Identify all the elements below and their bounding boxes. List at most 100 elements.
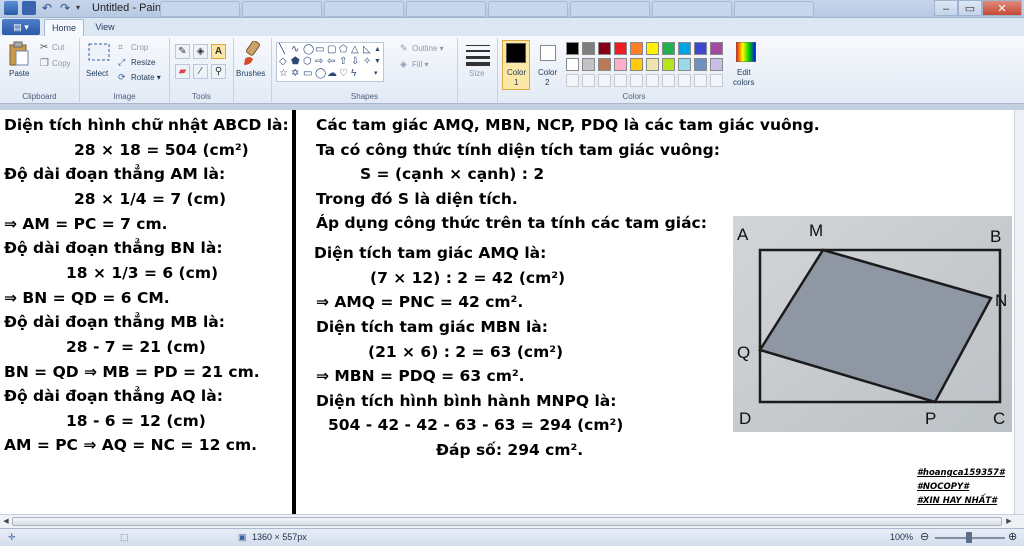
select-icon[interactable] <box>87 42 111 64</box>
arrow-down-shape-icon[interactable]: ⇩ <box>351 56 359 67</box>
palette-swatch[interactable] <box>710 42 723 55</box>
palette-swatch[interactable] <box>582 58 595 71</box>
edit-colors-icon[interactable] <box>736 42 756 62</box>
pencil-icon[interactable]: ✎ <box>175 44 190 59</box>
right-triangle-shape-icon[interactable]: ◺ <box>363 44 371 55</box>
fill-bucket-icon[interactable]: ◈ <box>193 44 208 59</box>
callout-rect-shape-icon[interactable]: ▭ <box>303 68 312 79</box>
color2-swatch[interactable] <box>540 45 556 61</box>
resize-button[interactable]: Resize <box>131 58 155 67</box>
palette-swatch[interactable] <box>614 58 627 71</box>
magnifier-icon[interactable]: ⚲ <box>211 64 226 79</box>
pentagon-shape-icon[interactable]: ⬟ <box>291 56 300 67</box>
save-icon[interactable] <box>22 1 36 15</box>
outline-button[interactable]: Outline ▾ <box>412 44 444 53</box>
edit-colors-label-2[interactable]: colors <box>733 78 754 87</box>
customize-qat-icon[interactable]: ▾ <box>76 1 84 15</box>
paint-app-icon[interactable] <box>4 1 18 15</box>
gallery-down-icon[interactable]: ▼ <box>374 56 381 67</box>
palette-swatch[interactable] <box>662 42 675 55</box>
custom-color-slot[interactable] <box>566 74 579 87</box>
arrow-up-shape-icon[interactable]: ⇧ <box>339 56 347 67</box>
paste-button[interactable]: Paste <box>9 69 29 78</box>
palette-swatch[interactable] <box>566 58 579 71</box>
star6-shape-icon[interactable]: ✡ <box>291 68 299 79</box>
star4-shape-icon[interactable]: ✧ <box>363 56 371 67</box>
polygon-shape-icon[interactable]: ⬠ <box>339 44 348 55</box>
size-icon[interactable] <box>466 42 490 66</box>
drawing-canvas[interactable]: Diện tích hình chữ nhật ABCD là: 28 × 18 … <box>0 110 1024 514</box>
palette-swatch[interactable] <box>646 58 659 71</box>
zoom-in-icon[interactable]: ⊕ <box>1008 530 1017 543</box>
select-button[interactable]: Select <box>86 69 108 78</box>
palette-swatch[interactable] <box>566 42 579 55</box>
zoom-slider-thumb[interactable] <box>966 532 972 543</box>
palette-swatch[interactable] <box>598 58 611 71</box>
line-shape-icon[interactable]: ╲ <box>279 44 285 55</box>
undo-icon[interactable]: ↶ <box>40 1 54 15</box>
custom-color-slot[interactable] <box>614 74 627 87</box>
custom-color-slot[interactable] <box>646 74 659 87</box>
palette-swatch[interactable] <box>678 42 691 55</box>
oval-shape-icon[interactable]: ◯ <box>303 44 314 55</box>
close-button[interactable]: ✕ <box>982 0 1022 16</box>
text-tool-icon[interactable]: A <box>211 44 226 59</box>
gallery-more-icon[interactable]: ▾ <box>374 68 378 79</box>
copy-button[interactable]: Copy <box>52 59 71 68</box>
palette-swatch[interactable] <box>710 58 723 71</box>
brush-icon[interactable] <box>241 41 265 67</box>
palette-swatch[interactable] <box>646 42 659 55</box>
gallery-up-icon[interactable]: ▲ <box>374 44 381 55</box>
custom-color-slot[interactable] <box>582 74 595 87</box>
curve-shape-icon[interactable]: ∿ <box>291 44 299 55</box>
minimize-button[interactable]: – <box>934 0 958 16</box>
callout-cloud-shape-icon[interactable]: ☁ <box>327 68 337 79</box>
diamond-shape-icon[interactable]: ◇ <box>279 56 287 67</box>
shapes-gallery[interactable]: ╲ ∿ ◯ ▭ ▢ ⬠ △ ◺ ◇ ⬟ ⬡ ⇨ ⇦ ⇧ ⇩ ✧ ☆ ✡ ▭ ◯ <box>276 42 384 82</box>
custom-color-slot[interactable] <box>678 74 691 87</box>
brushes-button[interactable]: Brushes <box>236 69 265 78</box>
size-button[interactable]: Size <box>469 69 485 78</box>
hexagon-shape-icon[interactable]: ⬡ <box>303 56 312 67</box>
horizontal-scrollbar[interactable]: ◀ ▶ <box>0 514 1024 528</box>
horizontal-scroll-thumb[interactable] <box>12 517 1002 526</box>
palette-swatch[interactable] <box>694 58 707 71</box>
scroll-left-icon[interactable]: ◀ <box>1 516 11 527</box>
color-picker-icon[interactable]: ⁄ <box>193 64 208 79</box>
edit-colors-label-1[interactable]: Edit <box>737 68 751 77</box>
custom-color-slot[interactable] <box>662 74 675 87</box>
custom-color-slot[interactable] <box>630 74 643 87</box>
heart-shape-icon[interactable]: ♡ <box>339 68 348 79</box>
triangle-shape-icon[interactable]: △ <box>351 44 359 55</box>
arrow-left-shape-icon[interactable]: ⇦ <box>327 56 335 67</box>
palette-swatch[interactable] <box>598 42 611 55</box>
crop-button[interactable]: Crop <box>131 43 148 52</box>
palette-swatch[interactable] <box>582 42 595 55</box>
vertical-scrollbar[interactable] <box>1014 110 1024 514</box>
rounded-rect-shape-icon[interactable]: ▢ <box>327 44 336 55</box>
paint-menu-button[interactable]: ▤ ▾ <box>2 19 40 35</box>
zoom-out-icon[interactable]: ⊖ <box>920 530 929 543</box>
custom-color-slot[interactable] <box>598 74 611 87</box>
maximize-button[interactable]: ▭ <box>958 0 982 16</box>
fill-button[interactable]: Fill ▾ <box>412 60 428 69</box>
palette-swatch[interactable] <box>630 42 643 55</box>
star5-shape-icon[interactable]: ☆ <box>279 68 288 79</box>
eraser-icon[interactable]: ▰ <box>175 64 190 79</box>
palette-swatch[interactable] <box>630 58 643 71</box>
callout-oval-shape-icon[interactable]: ◯ <box>315 68 326 79</box>
rotate-button[interactable]: Rotate ▾ <box>131 73 161 82</box>
palette-swatch[interactable] <box>662 58 675 71</box>
cut-button[interactable]: Cut <box>52 43 64 52</box>
tab-view[interactable]: View <box>88 19 122 36</box>
arrow-right-shape-icon[interactable]: ⇨ <box>315 56 323 67</box>
paste-icon[interactable] <box>8 41 30 67</box>
rectangle-shape-icon[interactable]: ▭ <box>315 44 324 55</box>
custom-color-slot[interactable] <box>710 74 723 87</box>
scroll-right-icon[interactable]: ▶ <box>1004 516 1014 527</box>
custom-color-slot[interactable] <box>694 74 707 87</box>
lightning-shape-icon[interactable]: ϟ <box>351 68 356 79</box>
color1-swatch[interactable] <box>506 43 526 63</box>
palette-swatch[interactable] <box>614 42 627 55</box>
palette-swatch[interactable] <box>678 58 691 71</box>
